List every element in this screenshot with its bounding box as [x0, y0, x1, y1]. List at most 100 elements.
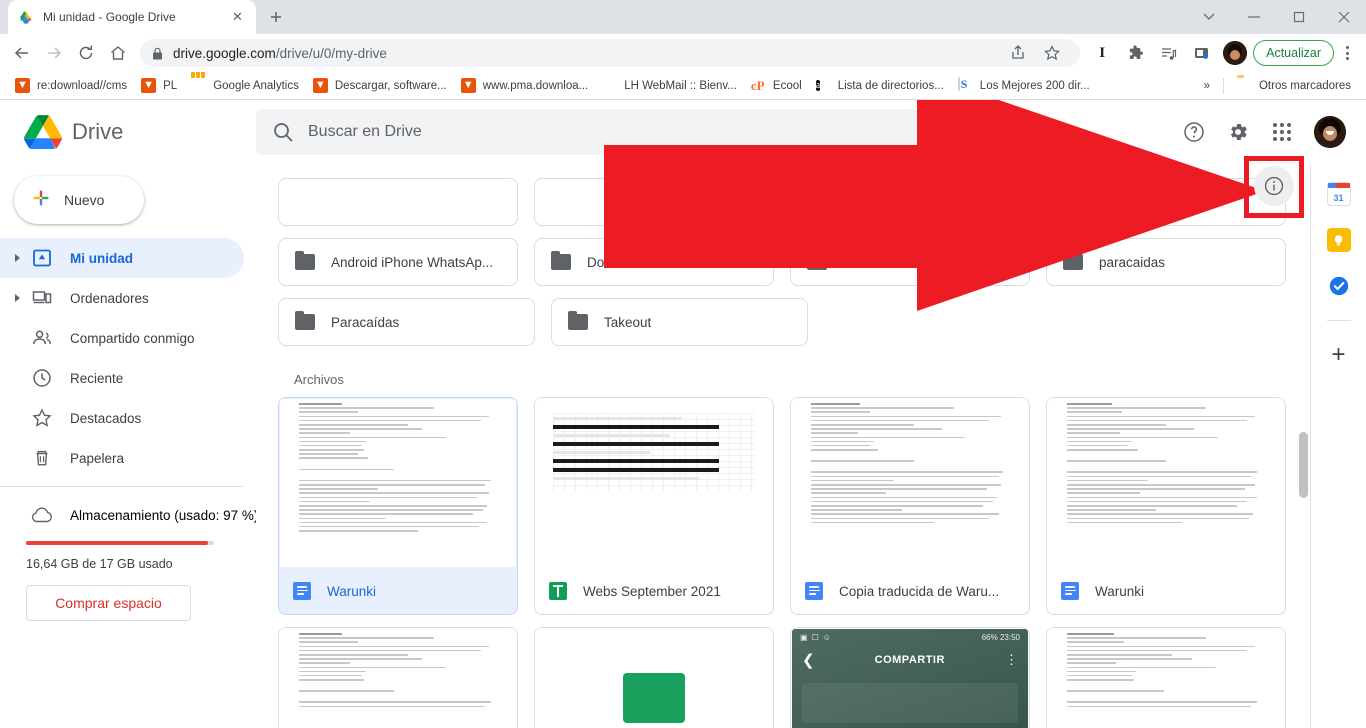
folder-card[interactable] — [790, 178, 1030, 226]
browser-toolbar: drive.google.com/drive/u/0/my-drive I Ac… — [0, 34, 1366, 72]
home-button[interactable] — [102, 37, 134, 69]
other-bookmarks-button[interactable]: Otros marcadores — [1230, 74, 1358, 98]
bookmark-star-icon[interactable] — [1036, 37, 1068, 69]
storage-progress-track — [26, 541, 214, 545]
vertical-scrollbar[interactable] — [1299, 224, 1308, 684]
reload-button[interactable] — [70, 37, 102, 69]
drive-brand[interactable]: Drive — [16, 114, 256, 150]
file-card[interactable]: ▣ ☐ ☺ 66% 23:50 ❮ COMPARTIR ⋮ — [790, 627, 1030, 728]
help-icon[interactable] — [1174, 112, 1214, 152]
folder-card[interactable]: paracaidas — [1046, 238, 1286, 286]
bookmark-item[interactable]: a Lista de directorios... — [809, 74, 951, 98]
info-button[interactable] — [1254, 166, 1294, 206]
folder-icon — [568, 311, 588, 330]
folder-card[interactable]: navidad — [790, 238, 1030, 286]
browser-tab[interactable]: Mi unidad - Google Drive ✕ — [8, 0, 256, 34]
file-thumbnail — [1048, 399, 1284, 567]
folder-card[interactable]: Android iPhone WhatsAp... — [278, 238, 518, 286]
new-tab-button[interactable] — [262, 3, 290, 31]
webmail-icon — [602, 78, 618, 94]
file-row-2: ▣ ☐ ☺ 66% 23:50 ❮ COMPARTIR ⋮ — [272, 627, 1286, 728]
folder-card[interactable] — [278, 178, 518, 226]
expand-caret-icon[interactable] — [8, 254, 26, 262]
back-button[interactable] — [6, 37, 38, 69]
folder-name: Downloadosurce.es/net — [587, 254, 729, 270]
storage-row[interactable]: Almacenamiento (usado: 97 %) — [0, 495, 258, 535]
file-grid-scroll-area[interactable]: Android iPhone WhatsAp... Downloadosurce… — [256, 178, 1310, 728]
storage-detail: 16,64 GB de 17 GB usado — [26, 557, 173, 571]
maximize-button[interactable] — [1276, 0, 1321, 34]
folder-card[interactable] — [534, 178, 774, 226]
search-bar[interactable] — [256, 109, 978, 155]
bookmark-item[interactable]: Google Analytics — [184, 72, 306, 98]
reading-list-icon[interactable] — [1152, 37, 1184, 69]
sidebar-item-ordenadores[interactable]: Ordenadores — [0, 278, 244, 318]
buy-storage-button[interactable]: Comprar espacio — [26, 585, 191, 621]
file-card[interactable] — [278, 627, 518, 728]
bookmark-item[interactable]: cP Ecool — [744, 74, 809, 98]
phone-app-bar: ❮ COMPARTIR ⋮ — [792, 645, 1028, 675]
bookmark-item[interactable]: LH WebMail :: Bienv... — [595, 74, 744, 98]
forward-button[interactable] — [38, 37, 70, 69]
bookmark-item[interactable]: ▼ Descargar, software... — [306, 74, 454, 98]
phone-app-title: COMPARTIR — [874, 654, 945, 666]
bookmark-item[interactable]: S Los Mejores 200 dir... — [951, 74, 1097, 98]
bookmark-item[interactable]: ▼ re:download//cms — [8, 74, 134, 98]
cloud-icon — [30, 503, 54, 527]
search-input[interactable] — [308, 123, 962, 141]
file-card[interactable]: Warunki — [278, 397, 518, 615]
google-tasks-icon[interactable] — [1327, 274, 1351, 298]
cast-icon[interactable] — [1185, 37, 1217, 69]
file-name: Warunki — [327, 583, 377, 599]
folder-card[interactable]: Paracaídas — [278, 298, 535, 346]
account-avatar[interactable] — [1314, 116, 1346, 148]
sidebar-item-reciente[interactable]: Reciente — [0, 358, 244, 398]
sidebar-item-mi-unidad[interactable]: Mi unidad — [0, 238, 244, 278]
update-chrome-button[interactable]: Actualizar — [1253, 40, 1334, 66]
chrome-profile-avatar[interactable] — [1223, 41, 1248, 65]
file-card[interactable] — [1046, 627, 1286, 728]
file-thumbnail — [280, 399, 516, 567]
new-button[interactable]: Nuevo — [14, 176, 144, 224]
sidebar-item-compartido-conmigo[interactable]: Compartido conmigo — [0, 318, 244, 358]
apps-grid-icon[interactable] — [1262, 112, 1302, 152]
add-app-button[interactable]: + — [1331, 343, 1345, 367]
folder-card[interactable]: Downloadosurce.es/net — [534, 238, 774, 286]
folder-name: paracaidas — [1099, 254, 1166, 270]
info-icon — [1264, 176, 1284, 196]
close-window-button[interactable] — [1321, 0, 1366, 34]
bookmark-item[interactable]: ▼ PL — [134, 74, 184, 98]
google-keep-icon[interactable] — [1326, 228, 1351, 252]
file-card[interactable]: Warunki — [1046, 397, 1286, 615]
google-calendar-icon[interactable]: 31 — [1326, 182, 1351, 206]
google-drive-logo-icon — [23, 114, 64, 150]
tab-close-icon[interactable]: ✕ — [229, 9, 246, 26]
sidebar-label: Ordenadores — [70, 290, 149, 306]
folder-card[interactable]: Takeout — [551, 298, 808, 346]
bookmark-item[interactable]: ▼ www.pma.downloa... — [454, 74, 595, 98]
tab-search-chevron-icon[interactable] — [1186, 0, 1231, 34]
file-name: Webs September 2021 — [583, 583, 721, 599]
sidebar-item-papelera[interactable]: Papelera — [0, 438, 244, 478]
file-card[interactable]: Copia traducida de Waru... — [790, 397, 1030, 615]
more-vert-icon: ⋮ — [1005, 652, 1018, 667]
share-icon[interactable] — [1002, 37, 1034, 69]
plus-icon — [30, 187, 52, 214]
puzzle-ext-icon[interactable] — [1119, 37, 1151, 69]
minimize-button[interactable] — [1231, 0, 1276, 34]
chrome-menu-button[interactable] — [1334, 38, 1360, 68]
file-thumbnail: ▣ ☐ ☺ 66% 23:50 ❮ COMPARTIR ⋮ — [792, 629, 1028, 728]
bookmark-label: PL — [163, 79, 178, 92]
italic-ext-icon[interactable]: I — [1086, 37, 1118, 69]
window-controls — [1186, 0, 1366, 34]
star-icon — [30, 406, 54, 430]
sidebar-item-destacados[interactable]: Destacados — [0, 398, 244, 438]
bookmarks-overflow-button[interactable]: » — [1197, 74, 1217, 98]
gear-icon[interactable] — [1218, 112, 1258, 152]
expand-caret-icon[interactable] — [8, 294, 26, 302]
clock-icon — [30, 366, 54, 390]
scrollbar-thumb[interactable] — [1299, 432, 1308, 498]
file-card[interactable]: Webs September 2021 — [534, 397, 774, 615]
file-card[interactable] — [534, 627, 774, 728]
address-bar[interactable]: drive.google.com/drive/u/0/my-drive — [140, 37, 1081, 69]
